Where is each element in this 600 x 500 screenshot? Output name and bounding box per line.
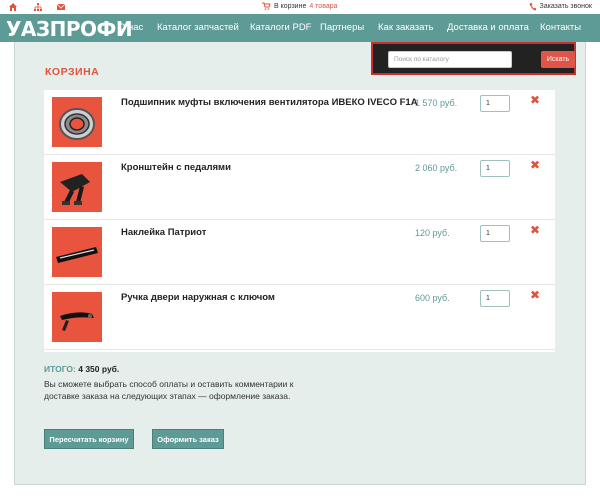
place-order-button[interactable]: Оформить заказ: [152, 429, 224, 449]
cart-icon: [262, 2, 271, 10]
nav-item-delivery[interactable]: Доставка и оплата: [447, 22, 529, 33]
remove-item-icon[interactable]: ✖: [529, 94, 541, 106]
site-logo[interactable]: УАЗПРОФИ: [6, 17, 133, 41]
remove-item-icon[interactable]: ✖: [529, 289, 541, 301]
search-button[interactable]: Искать: [541, 51, 575, 68]
product-price: 2 060 руб.: [415, 163, 458, 173]
cart-row: Ручка двери наружная с ключом 600 руб. 1…: [44, 285, 555, 350]
phone-icon: [529, 2, 537, 11]
pedal-bracket-icon: [60, 174, 90, 205]
home-icon[interactable]: [8, 2, 18, 12]
top-utility-bar: В корзине 4 товара Заказать звонок: [0, 0, 600, 14]
cart-summary-link[interactable]: В корзине 4 товара: [262, 2, 338, 10]
quantity-input[interactable]: 1: [480, 290, 510, 307]
checkout-note: Вы сможете выбрать способ оплаты и остав…: [44, 379, 294, 401]
main-navbar: УАЗПРОФИ О нас Каталог запчастей Каталог…: [0, 14, 600, 42]
door-handle-icon: [60, 312, 94, 331]
product-price: 1 570 руб.: [415, 98, 458, 108]
nav-item-contacts[interactable]: Контакты: [540, 22, 581, 33]
remove-item-icon[interactable]: ✖: [529, 224, 541, 236]
total-value: 4 350 руб.: [78, 364, 120, 374]
quantity-input[interactable]: 1: [480, 160, 510, 177]
sticker-icon: [56, 247, 98, 263]
product-image-patriot-sticker[interactable]: [52, 227, 102, 277]
quantity-input[interactable]: 1: [480, 95, 510, 112]
quantity-input[interactable]: 1: [480, 225, 510, 242]
cart-row: Подшипник муфты включения вентилятора ИВ…: [44, 90, 555, 155]
nav-item-about[interactable]: О нас: [118, 22, 143, 33]
search-panel: Поиск по каталогу Искать: [371, 42, 576, 75]
cart-prefix: В корзине: [274, 2, 307, 10]
cart-row: Кронштейн с педалями 2 060 руб. 1 ✖: [44, 155, 555, 220]
page-title: КОРЗИНА: [45, 66, 100, 78]
callback-label: Заказать звонок: [539, 3, 592, 10]
recalculate-cart-button[interactable]: Пересчитать корзину: [44, 429, 134, 449]
cart-table: Подшипник муфты включения вентилятора ИВ…: [44, 90, 555, 352]
product-name[interactable]: Ручка двери наружная с ключом: [121, 292, 275, 303]
product-image-pedal-bracket[interactable]: [52, 162, 102, 212]
product-price: 600 руб.: [415, 293, 450, 303]
product-name[interactable]: Подшипник муфты включения вентилятора ИВ…: [121, 97, 418, 108]
bearing-icon: [59, 108, 95, 140]
product-image-bearing[interactable]: [52, 97, 102, 147]
nav-item-partners[interactable]: Партнеры: [320, 22, 364, 33]
product-name[interactable]: Наклейка Патриот: [121, 227, 206, 238]
cart-total: ИТОГО: 4 350 руб.: [44, 364, 119, 374]
mail-icon[interactable]: [56, 2, 66, 12]
callback-link[interactable]: Заказать звонок: [529, 2, 592, 11]
sitemap-icon[interactable]: [33, 2, 43, 12]
cart-row: Наклейка Патриот 120 руб. 1 ✖: [44, 220, 555, 285]
product-price: 120 руб.: [415, 228, 450, 238]
nav-item-parts-catalog[interactable]: Каталог запчастей: [157, 22, 239, 33]
total-label: ИТОГО:: [44, 364, 76, 374]
cart-count[interactable]: 4 товара: [309, 3, 337, 10]
nav-item-how-to-order[interactable]: Как заказать: [378, 22, 434, 33]
product-name[interactable]: Кронштейн с педалями: [121, 162, 231, 173]
nav-item-pdf-catalogs[interactable]: Каталоги PDF: [250, 22, 311, 33]
remove-item-icon[interactable]: ✖: [529, 159, 541, 171]
search-input[interactable]: Поиск по каталогу: [388, 51, 512, 68]
product-image-door-handle[interactable]: [52, 292, 102, 342]
